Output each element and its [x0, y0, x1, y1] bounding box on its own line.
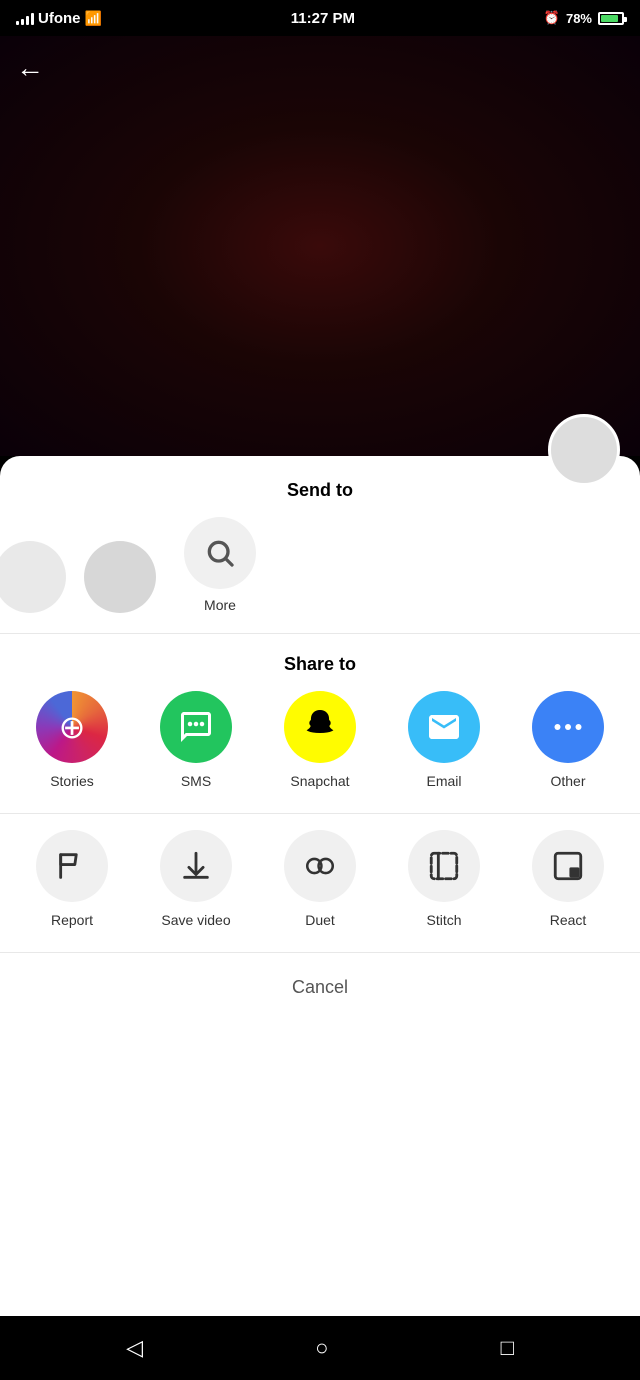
back-button[interactable]: ←	[16, 52, 44, 84]
share-stories[interactable]: ⊕ Stories	[32, 691, 112, 789]
share-snapchat[interactable]: Snapchat	[280, 691, 360, 789]
actions-row: Report Save video Duet	[0, 813, 640, 952]
status-bar: Ufone 📶 11:27 PM ⏰ 78%	[0, 0, 640, 36]
friend-item[interactable]	[0, 541, 70, 613]
other-icon	[532, 691, 604, 763]
friends-row: More	[0, 517, 640, 633]
report-label: Report	[51, 912, 93, 928]
react-label: React	[550, 912, 587, 928]
wifi-icon: 📶	[85, 10, 102, 27]
email-label: Email	[426, 773, 461, 789]
send-to-title: Send to	[0, 456, 640, 517]
stitch-icon-circle	[408, 830, 480, 902]
battery-percent: 78%	[566, 11, 592, 26]
nav-back-button[interactable]: ◁	[126, 1335, 143, 1361]
status-right: ⏰ 78%	[544, 10, 624, 26]
sms-icon	[160, 691, 232, 763]
more-label: More	[204, 597, 236, 613]
action-react[interactable]: React	[528, 830, 608, 928]
stories-icon: ⊕	[36, 691, 108, 763]
more-search-item[interactable]: More	[180, 517, 260, 613]
battery-icon	[598, 12, 624, 25]
action-duet[interactable]: Duet	[280, 830, 360, 928]
save-video-label: Save video	[161, 912, 230, 928]
video-background: ←	[0, 36, 640, 456]
report-icon-circle	[36, 830, 108, 902]
nav-bar: ◁ ○ □	[0, 1316, 640, 1380]
cancel-button[interactable]: Cancel	[0, 952, 640, 1022]
bottom-sheet: Send to More Share to ⊕	[0, 456, 640, 1316]
email-icon	[408, 691, 480, 763]
signal-icon	[16, 11, 34, 25]
sms-label: SMS	[181, 773, 211, 789]
action-stitch[interactable]: Stitch	[404, 830, 484, 928]
status-left: Ufone 📶	[16, 10, 102, 27]
stitch-label: Stitch	[426, 912, 461, 928]
share-to-title: Share to	[0, 634, 640, 691]
nav-home-button[interactable]: ○	[315, 1335, 328, 1361]
duet-label: Duet	[305, 912, 335, 928]
other-label: Other	[550, 773, 585, 789]
action-save-video[interactable]: Save video	[156, 830, 236, 928]
react-icon-circle	[532, 830, 604, 902]
action-report[interactable]: Report	[32, 830, 112, 928]
share-row: ⊕ Stories SMS Snapchat	[0, 691, 640, 813]
share-other[interactable]: Other	[528, 691, 608, 789]
nav-recents-button[interactable]: □	[501, 1335, 514, 1361]
snapchat-label: Snapchat	[290, 773, 349, 789]
search-button[interactable]	[184, 517, 256, 589]
friend-item[interactable]	[80, 541, 160, 613]
stories-label: Stories	[50, 773, 94, 789]
share-email[interactable]: Email	[404, 691, 484, 789]
share-sms[interactable]: SMS	[156, 691, 236, 789]
carrier-label: Ufone	[38, 10, 81, 27]
snapchat-icon	[284, 691, 356, 763]
duet-icon-circle	[284, 830, 356, 902]
save-video-icon-circle	[160, 830, 232, 902]
avatar	[548, 414, 620, 486]
time-label: 11:27 PM	[291, 10, 355, 27]
alarm-icon: ⏰	[544, 10, 560, 26]
